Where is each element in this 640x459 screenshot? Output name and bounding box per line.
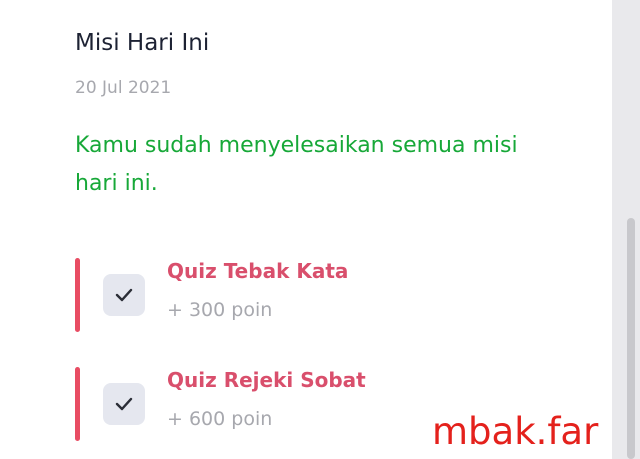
mission-accent-bar: [75, 258, 80, 332]
mission-accent-bar: [75, 367, 80, 441]
watermark-text: mbak.far: [432, 410, 599, 453]
scrollbar-thumb[interactable]: [627, 218, 635, 459]
mission-checkbox[interactable]: [103, 274, 145, 316]
mission-points: + 600 poin: [167, 408, 273, 430]
mission-date: 20 Jul 2021: [75, 78, 172, 98]
mission-checkbox[interactable]: [103, 383, 145, 425]
mission-points: + 300 poin: [167, 299, 273, 321]
mission-name: Quiz Rejeki Sobat: [167, 368, 366, 392]
mission-title: Misi Hari Ini: [75, 30, 210, 56]
completion-message: Kamu sudah menyelesaikan semua misi hari…: [75, 133, 518, 196]
check-icon: [115, 397, 133, 411]
daily-mission-card: Misi Hari Ini 20 Jul 2021 Kamu sudah men…: [0, 0, 612, 459]
mission-item[interactable]: Quiz Tebak Kata + 300 poin: [75, 258, 555, 332]
mission-name: Quiz Tebak Kata: [167, 259, 349, 283]
check-icon: [115, 288, 133, 302]
